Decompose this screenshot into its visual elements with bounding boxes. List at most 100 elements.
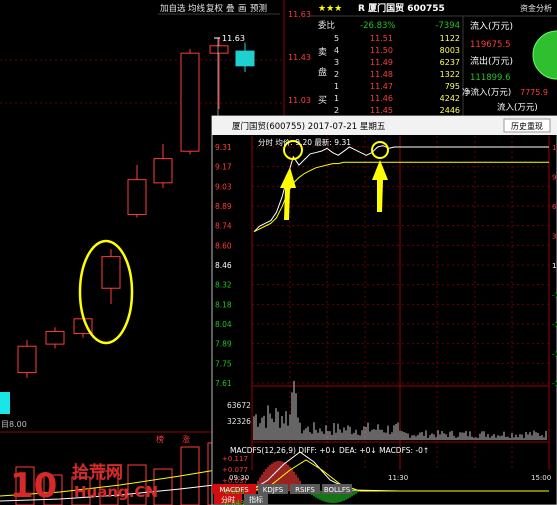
inflow-label-2: 流入(万元) [497, 102, 538, 113]
net-inflow-label: 净流入(万元) [462, 87, 511, 98]
vol-tick: 32326 [227, 417, 251, 426]
macd-legend: MACDFS(12,26,9) DIFF: +0↓ DEA: +0↓ MACDF… [230, 446, 429, 455]
intraday-legend: 分时 均价: 9.20 最新: 9.31 [258, 137, 351, 147]
outflow-label: 流出(万元) [470, 55, 513, 67]
intraday-pct-tick: -1 [552, 380, 557, 388]
kline-toolbar-item[interactable]: 均线 [188, 3, 206, 14]
kline-candle [180, 48, 200, 155]
screenshot-root: 加自选 均线 复权叠画预测 11.63 11.43 11.03 11.63 目8.00 榜 涨 ★★… [0, 0, 557, 505]
kline-toolbar-item[interactable]: 加自选 [160, 3, 186, 14]
kline-toolbar-item[interactable]: 预测 [250, 3, 267, 14]
intraday-price-tick: 8.18 [215, 300, 232, 309]
time-tick: 09:30 [229, 474, 249, 482]
sell-volume: 8003 [440, 46, 460, 55]
kline-tag: 涨 [182, 434, 190, 444]
order-ratio-label: 委比 [318, 20, 335, 31]
intraday-price-tick: 7.89 [215, 340, 232, 349]
candle-body [17, 345, 37, 374]
buy-side-label: 买 [318, 95, 327, 106]
sell-level: 5 [334, 34, 339, 43]
intraday-pct-tick: 1 [552, 144, 556, 152]
candle-body [101, 256, 121, 289]
cyan-marker-block [0, 392, 10, 414]
buy-level: 2 [334, 106, 339, 115]
intraday-price-tick: 8.04 [215, 320, 232, 329]
indicator-tab-label[interactable]: RSIFS [295, 486, 315, 494]
indicator-tab-label[interactable]: KDJFS [263, 486, 284, 494]
macd-tick: +0.077 [222, 466, 248, 474]
kline-price-tick: 11.63 [288, 10, 311, 19]
buy-price: 11.45 [370, 106, 393, 115]
time-tick: 11:30 [388, 474, 408, 482]
intraday-pct-tick: 9 [552, 174, 556, 182]
intraday-price-tick: 8.74 [215, 222, 232, 231]
sell-volume: 1322 [440, 70, 460, 79]
intraday-price-tick: 7.75 [215, 359, 232, 368]
buy-price: 11.46 [370, 94, 393, 103]
stage: 加自选 均线 复权叠画预测 11.63 11.43 11.03 11.63 目8.00 榜 涨 ★★… [0, 0, 557, 505]
sell-price: 11.49 [370, 58, 393, 67]
macd-tick: +0.117 [222, 455, 248, 463]
stock-name: R 厦门国贸 600755 [358, 2, 445, 14]
sell-side-label: 盘 [318, 66, 327, 78]
intraday-price-tick: 9.31 [215, 143, 232, 152]
indicator-tab-label[interactable]: BOLLFS [324, 486, 351, 494]
vol-tick: 63672 [227, 401, 251, 410]
tab-indicator-label[interactable]: 指标 [249, 495, 263, 504]
kline-toolbar-item[interactable]: 画 [238, 4, 247, 14]
intraday-price-tick: 8.46 [215, 261, 232, 270]
kline-low-label: 目8.00 [1, 420, 27, 429]
rating-stars: ★★★ [318, 4, 342, 14]
sell-side-label: 卖 [318, 47, 327, 58]
sell-price: 11.50 [370, 46, 393, 55]
buy-level: 1 [334, 94, 339, 103]
candle-body [235, 50, 255, 67]
kline-toolbar-item[interactable]: 复权 [206, 3, 224, 14]
intraday-price-tick: 7.61 [215, 379, 232, 388]
time-tick: 15:00 [531, 474, 551, 482]
kline-tag: 榜 [156, 434, 164, 444]
sell-price: 11.47 [370, 82, 393, 91]
watermark-chinese: 拾荒网 [72, 462, 123, 483]
tab-intraday-label[interactable]: 分时 [221, 495, 235, 504]
intraday-pct-tick: -1 [552, 292, 557, 300]
sell-level: 3 [334, 58, 339, 67]
candle-body [209, 45, 229, 54]
tab-capital-analysis[interactable]: 资金分析 [520, 3, 552, 13]
intraday-price-tick: 8.32 [215, 281, 232, 290]
buy-volume: 4242 [440, 94, 460, 103]
kline-price-tick: 11.43 [288, 53, 311, 62]
intraday-price-tick: 8.89 [215, 202, 232, 211]
intraday-price-tick: 9.03 [215, 182, 232, 191]
intraday-pct-tick: 3 [552, 233, 556, 241]
order-ratio-value: -26.83% [360, 21, 395, 31]
sell-level: 1 [334, 82, 339, 91]
intraday-price-tick: 9.17 [215, 163, 232, 172]
watermark-big-number: 10 [10, 466, 57, 505]
sell-volume: 6237 [440, 58, 460, 67]
popup-title: 厦门国贸(600755) 2017-07-21 星期五 [232, 121, 386, 132]
kline-price-tick: 11.03 [288, 96, 311, 105]
sell-price: 11.48 [370, 70, 393, 79]
intraday-pct-tick: 1 [552, 262, 556, 270]
sell-price: 11.51 [370, 34, 393, 43]
sell-volume: 795 [445, 82, 460, 91]
indicator-tab-label[interactable]: MACDFS [219, 486, 249, 494]
intraday-pct-tick: -1 [552, 321, 557, 329]
candle-body [45, 330, 65, 345]
intraday-price-tick: 8.60 [215, 241, 232, 250]
sell-level: 4 [334, 46, 339, 55]
order-ratio-diff: -7394 [435, 21, 460, 31]
inflow-value: 119675.5 [470, 40, 511, 50]
candle-body [127, 179, 147, 215]
quote-panel-bg [310, 0, 557, 118]
candle-body [180, 52, 200, 152]
history-replay-button-label[interactable]: 历史重现 [511, 121, 543, 131]
sell-level: 2 [334, 70, 339, 79]
sell-volume: 1122 [440, 34, 460, 43]
intraday-pct-tick: -1 [552, 351, 557, 359]
kline-high-label: 11.63 [222, 34, 245, 43]
watermark-url: Huang.CN [74, 483, 158, 501]
net-inflow-value: 7775.9 [520, 88, 548, 97]
kline-toolbar-item[interactable]: 叠 [226, 4, 235, 14]
